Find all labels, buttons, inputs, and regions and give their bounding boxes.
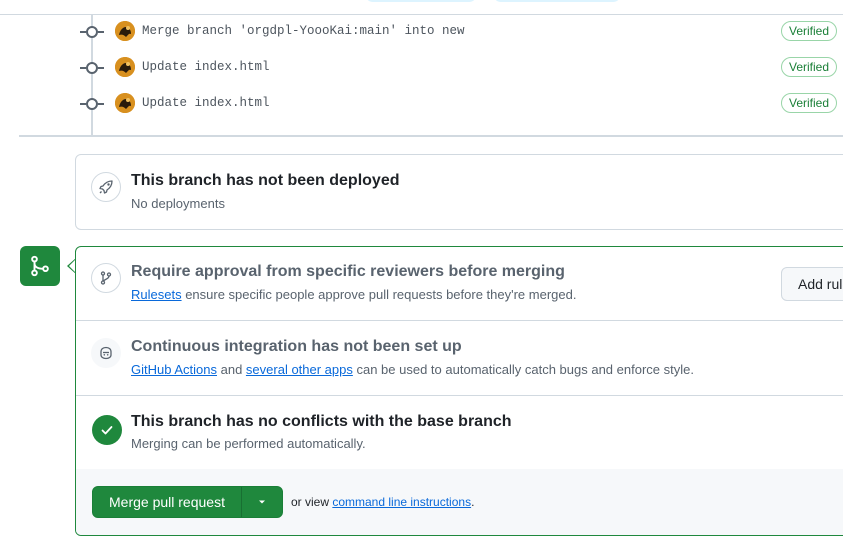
triangle-down-icon[interactable] [242, 487, 282, 517]
rules-title: Require approval from specific reviewers… [131, 263, 565, 280]
merge-pull-request-button[interactable]: Merge pull request [92, 486, 283, 518]
command-line-instructions-link[interactable]: command line instructions [332, 495, 471, 509]
copilot-icon [91, 338, 121, 368]
other-apps-link[interactable]: several other apps [246, 362, 353, 377]
rocket-icon [91, 172, 121, 202]
command-line-hint: or view command line instructions. [291, 495, 474, 509]
merge-footer: Merge pull request or view command line … [76, 469, 843, 535]
rules-description: Rulesets ensure specific people approve … [131, 287, 576, 302]
verified-badge[interactable]: Verified [781, 21, 838, 41]
git-merge-icon [20, 246, 60, 286]
verified-badge[interactable]: Verified [781, 57, 838, 77]
add-rule-button[interactable]: Add rule [781, 267, 843, 301]
conflicts-section: This branch has no conflicts with the ba… [76, 396, 843, 470]
check-icon [92, 415, 122, 445]
commit-row: Merge branch 'orgdpl-YoooKai:main' into … [0, 17, 843, 45]
ci-section: Continuous integration has not been set … [76, 321, 843, 396]
rulesets-link[interactable]: Rulesets [131, 287, 182, 302]
git-branch-icon [91, 263, 121, 293]
avatar[interactable] [115, 93, 135, 113]
avatar[interactable] [115, 57, 135, 77]
ci-and-text: and [217, 362, 246, 377]
timeline-separator [19, 135, 843, 137]
top-tab-fragment-1 [365, 0, 477, 2]
conflicts-subtitle: Merging can be performed automatically. [131, 436, 366, 451]
rules-section: Require approval from specific reviewers… [76, 247, 843, 321]
period-text: . [471, 495, 475, 509]
or-view-text: or view [291, 495, 333, 509]
github-actions-link[interactable]: GitHub Actions [131, 362, 217, 377]
deployment-subtitle: No deployments [131, 196, 225, 211]
git-commit-icon [80, 26, 104, 38]
commit-message[interactable]: Update index.html [142, 96, 270, 110]
commit-message[interactable]: Update index.html [142, 60, 270, 74]
deployment-title: This branch has not been deployed [131, 172, 400, 189]
commit-row: Update index.html Verified [0, 89, 843, 117]
rules-text: ensure specific people approve pull requ… [181, 287, 577, 302]
commit-row: Update index.html Verified [0, 53, 843, 81]
top-tab-fragment-2 [493, 0, 621, 2]
git-commit-icon [80, 98, 104, 110]
commit-message[interactable]: Merge branch 'orgdpl-YoooKai:main' into … [142, 24, 465, 38]
merge-button-label[interactable]: Merge pull request [93, 487, 241, 517]
conflicts-title: This branch has no conflicts with the ba… [131, 413, 512, 430]
ci-description: GitHub Actions and several other apps ca… [131, 362, 694, 377]
deployment-status-box: This branch has not been deployed No dep… [75, 154, 843, 230]
top-divider [0, 14, 843, 15]
ci-title: Continuous integration has not been set … [131, 338, 462, 355]
ci-text: can be used to automatically catch bugs … [352, 362, 694, 377]
git-commit-icon [80, 62, 104, 74]
avatar[interactable] [115, 21, 135, 41]
merge-box: Require approval from specific reviewers… [75, 246, 843, 536]
verified-badge[interactable]: Verified [781, 93, 838, 113]
